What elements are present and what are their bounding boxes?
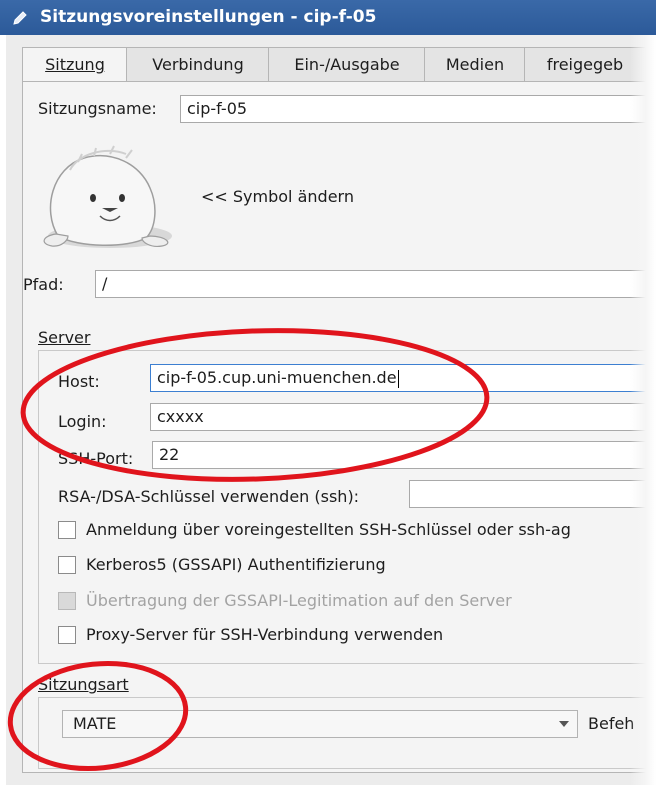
annotation-overlay [7,328,490,772]
annotation-circle-server [20,328,490,482]
annotation-circle-session-type [7,660,189,772]
